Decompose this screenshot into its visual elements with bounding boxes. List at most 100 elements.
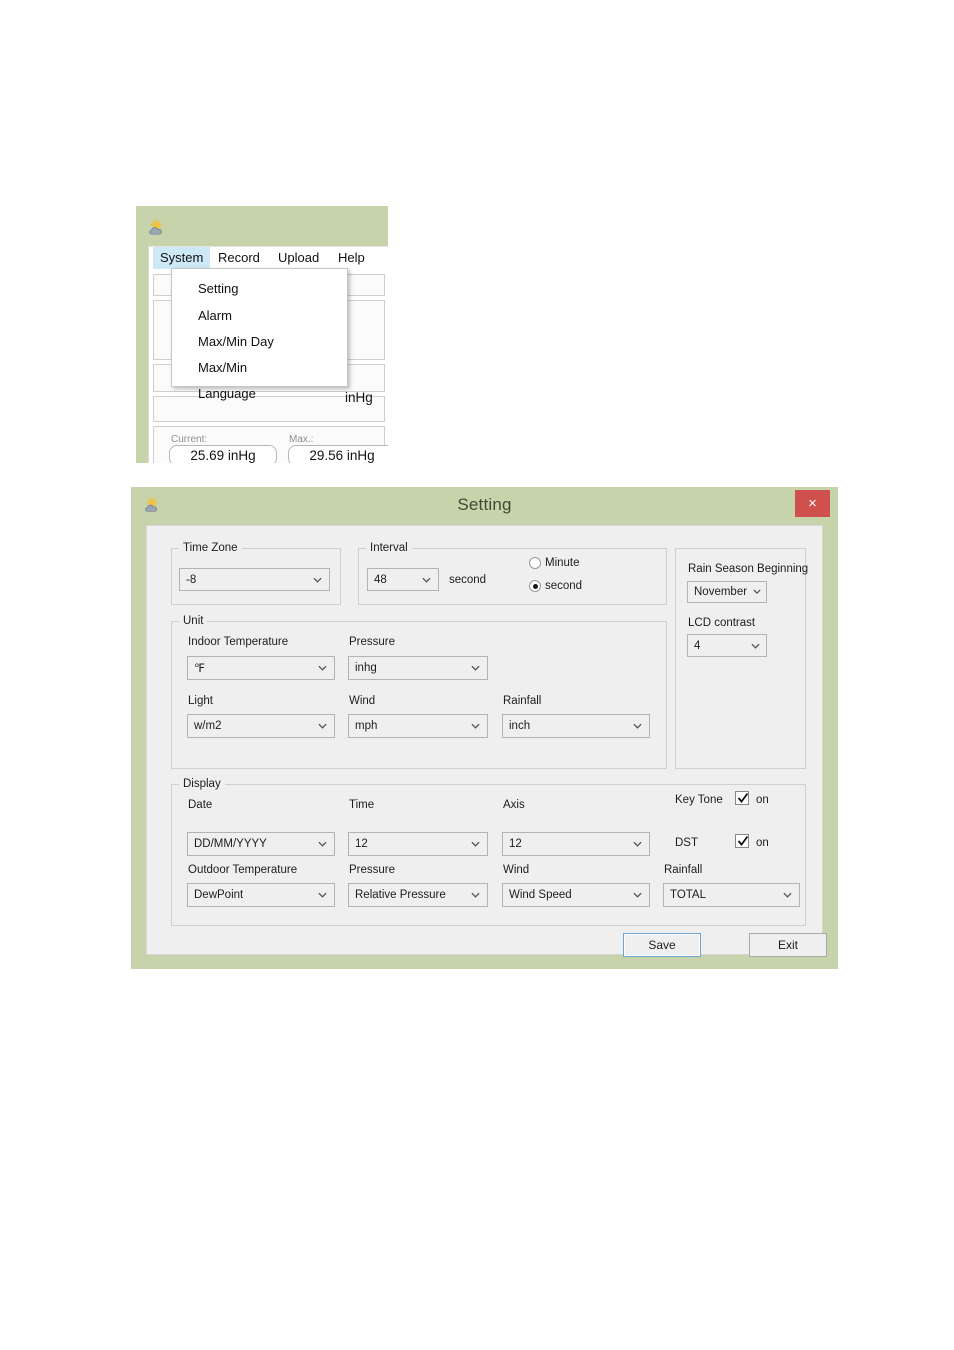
- menu-item-maxmin-day[interactable]: Max/Min Day: [198, 335, 274, 349]
- chevron-down-icon: [318, 722, 327, 731]
- time-zone-value: -8: [186, 573, 197, 586]
- menu-item-setting[interactable]: Setting: [198, 282, 238, 296]
- interval-radio-second[interactable]: [529, 580, 541, 592]
- dst-state: on: [756, 837, 769, 849]
- display-date-label: Date: [188, 799, 213, 811]
- menu-upload[interactable]: Upload: [271, 247, 326, 269]
- display-time-label: Time: [349, 799, 375, 811]
- display-pressure-label: Pressure: [349, 864, 396, 876]
- interval-unit-label: second: [449, 574, 487, 586]
- chevron-down-icon: [422, 575, 431, 584]
- display-rainfall-value: TOTAL: [670, 889, 706, 901]
- menubar: System Record Upload Help: [149, 247, 388, 270]
- outdoor-temperature-label: Outdoor Temperature: [188, 864, 298, 876]
- current-pressure-value: 25.69 inHg: [169, 445, 277, 463]
- key-tone-state: on: [756, 794, 769, 806]
- chevron-down-icon: [471, 840, 480, 849]
- setting-titlebar[interactable]: Setting ×: [131, 487, 838, 525]
- key-tone-label: Key Tone: [675, 794, 723, 806]
- display-wind-value: Wind Speed: [509, 889, 572, 901]
- display-time-value: 12: [355, 838, 368, 850]
- key-tone-checkbox[interactable]: [735, 791, 749, 805]
- display-axis-select[interactable]: 12: [502, 832, 650, 856]
- outdoor-temperature-value: DewPoint: [194, 889, 244, 901]
- save-button[interactable]: Save: [623, 933, 701, 957]
- unit-rainfall-label: Rainfall: [503, 695, 542, 707]
- setting-dialog-title: Setting: [457, 495, 512, 514]
- chevron-down-icon: [313, 575, 322, 584]
- menu-system[interactable]: System: [153, 247, 211, 269]
- chevron-down-icon: [633, 840, 642, 849]
- unit-rainfall-select[interactable]: inch: [502, 714, 650, 738]
- chevron-down-icon: [471, 722, 480, 731]
- display-date-value: DD/MM/YYYY: [194, 838, 267, 850]
- unit-wind-select[interactable]: mph: [348, 714, 488, 738]
- chevron-down-icon: [633, 722, 642, 731]
- unit-legend: Unit: [179, 614, 208, 628]
- dst-checkbox[interactable]: [735, 834, 749, 848]
- unit-wind-value: mph: [355, 720, 378, 732]
- indoor-temperature-select[interactable]: ℉: [187, 656, 335, 680]
- chevron-down-icon: [633, 891, 642, 900]
- interval-radio-second-label: second: [545, 580, 583, 592]
- unit-pressure-select[interactable]: inhg: [348, 656, 488, 680]
- menu-help[interactable]: Help: [331, 247, 372, 269]
- system-menu-dropdown: Setting Alarm Max/Min Day Max/Min Langua…: [171, 268, 348, 401]
- setting-dialog-body: Time Zone -8 Interval 48 second Minute s…: [146, 525, 827, 957]
- rain-season-select[interactable]: November: [687, 581, 767, 603]
- interval-radio-minute[interactable]: [529, 557, 541, 569]
- display-legend: Display: [179, 777, 225, 791]
- rain-season-value: November: [694, 586, 748, 598]
- time-zone-select[interactable]: -8: [179, 568, 330, 591]
- setting-dialog-window: Setting × Time Zone -8 Interval 48 secon…: [131, 487, 838, 969]
- indoor-temperature-label: Indoor Temperature: [188, 636, 289, 648]
- display-wind-select[interactable]: Wind Speed: [502, 883, 650, 907]
- unit-light-label: Light: [188, 695, 213, 707]
- interval-value-select[interactable]: 48: [367, 568, 439, 591]
- chevron-down-icon: [783, 891, 792, 900]
- max-pressure-value: 29.56 inHg: [288, 445, 388, 463]
- outdoor-temperature-select[interactable]: DewPoint: [187, 883, 335, 907]
- menu-item-language[interactable]: Language: [198, 387, 256, 401]
- menu-item-alarm[interactable]: Alarm: [198, 309, 232, 323]
- unit-light-select[interactable]: w/m2: [187, 714, 335, 738]
- chevron-down-icon: [471, 664, 480, 673]
- chevron-down-icon: [471, 891, 480, 900]
- close-icon[interactable]: ×: [795, 490, 830, 517]
- chevron-down-icon: [751, 641, 760, 650]
- interval-legend: Interval: [366, 541, 412, 555]
- display-axis-label: Axis: [503, 799, 525, 811]
- display-axis-value: 12: [509, 838, 522, 850]
- main-window-client-area: System Record Upload Help inHg Current: …: [148, 246, 388, 463]
- unit-rainfall-value: inch: [509, 720, 531, 732]
- indoor-temperature-value: ℉: [194, 663, 205, 675]
- unit-wind-label: Wind: [349, 695, 376, 707]
- lcd-contrast-label: LCD contrast: [688, 617, 756, 629]
- display-wind-label: Wind: [503, 864, 530, 876]
- display-rainfall-select[interactable]: TOTAL: [663, 883, 800, 907]
- pressure-unit-text: inHg: [345, 390, 373, 405]
- current-label: Current:: [171, 434, 208, 445]
- menu-item-maxmin[interactable]: Max/Min: [198, 361, 247, 375]
- display-rainfall-label: Rainfall: [664, 864, 703, 876]
- display-time-select[interactable]: 12: [348, 832, 488, 856]
- chevron-down-icon: [318, 840, 327, 849]
- dst-label: DST: [675, 837, 698, 849]
- unit-pressure-value: inhg: [355, 662, 377, 674]
- lcd-contrast-select[interactable]: 4: [687, 634, 767, 657]
- max-label: Max.:: [289, 434, 314, 445]
- menu-record[interactable]: Record: [211, 247, 267, 269]
- rain-season-label: Rain Season Beginning: [688, 563, 809, 575]
- display-pressure-value: Relative Pressure: [355, 889, 446, 901]
- main-window-titlebar[interactable]: [136, 206, 388, 246]
- chevron-down-icon: [753, 588, 762, 597]
- main-application-window: System Record Upload Help inHg Current: …: [136, 206, 388, 463]
- time-zone-legend: Time Zone: [179, 541, 242, 555]
- lcd-contrast-value: 4: [694, 639, 701, 652]
- chevron-down-icon: [318, 664, 327, 673]
- interval-radio-minute-label: Minute: [545, 557, 580, 569]
- display-date-select[interactable]: DD/MM/YYYY: [187, 832, 335, 856]
- weather-sun-cloud-icon: [148, 218, 168, 237]
- exit-button[interactable]: Exit: [749, 933, 827, 957]
- display-pressure-select[interactable]: Relative Pressure: [348, 883, 488, 907]
